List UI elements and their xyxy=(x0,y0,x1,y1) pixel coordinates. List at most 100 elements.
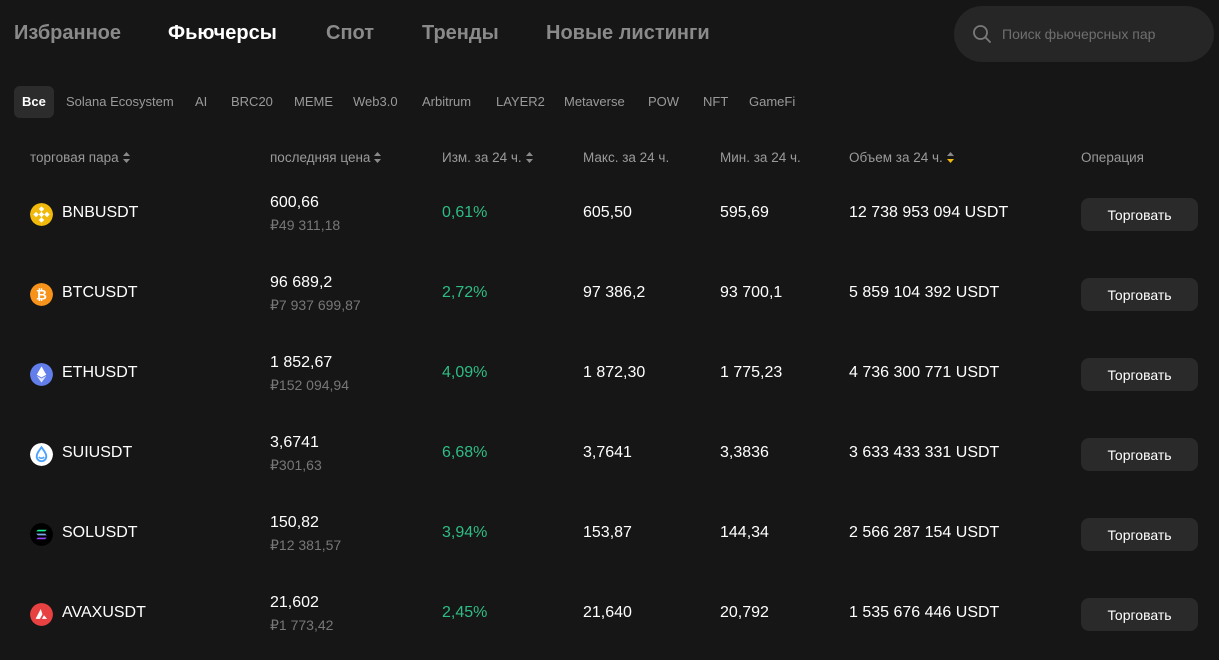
svg-text:₿: ₿ xyxy=(36,288,47,303)
change-24h: 4,09% xyxy=(442,364,488,381)
header-change-24h[interactable]: Изм. за 24 ч. xyxy=(442,150,533,165)
header-volume-label: Объем за 24 ч. xyxy=(849,150,943,165)
high-24h: 97 386,2 xyxy=(583,284,646,301)
category-gamefi[interactable]: GameFi xyxy=(749,86,795,118)
trade-button[interactable]: Торговать xyxy=(1081,358,1198,391)
low-24h: 144,34 xyxy=(720,524,769,541)
btc-icon: ₿ xyxy=(30,283,53,306)
pair-symbol[interactable]: ETHUSDT xyxy=(62,364,138,382)
category-web3[interactable]: Web3.0 xyxy=(353,86,398,118)
search-box[interactable] xyxy=(954,6,1214,62)
volume-24h: 2 566 287 154 USDT xyxy=(849,524,1000,541)
sort-active-icon xyxy=(946,152,954,163)
high-24h: 605,50 xyxy=(583,204,632,221)
last-price: 3,6741 xyxy=(270,434,319,451)
tab-spot[interactable]: Спот xyxy=(326,22,374,45)
category-pow[interactable]: POW xyxy=(648,86,679,118)
bnb-icon xyxy=(30,203,53,226)
header-high-24h: Макс. за 24 ч. xyxy=(583,150,669,165)
table-row[interactable]: SOLUSDT 150,82 ₽12 381,57 3,94% 153,87 1… xyxy=(0,494,1219,574)
volume-24h: 1 535 676 446 USDT xyxy=(849,604,1000,621)
change-24h: 2,45% xyxy=(442,604,488,621)
fiat-price: ₽49 311,18 xyxy=(270,217,341,233)
pair-symbol[interactable]: SUIUSDT xyxy=(62,444,132,462)
change-24h: 6,68% xyxy=(442,444,488,461)
last-price: 600,66 xyxy=(270,194,319,211)
volume-24h: 4 736 300 771 USDT xyxy=(849,364,1000,381)
header-volume-24h[interactable]: Объем за 24 ч. xyxy=(849,150,954,165)
category-ai[interactable]: AI xyxy=(195,86,207,118)
volume-24h: 12 738 953 094 USDT xyxy=(849,204,1009,221)
last-price: 21,602 xyxy=(270,594,319,611)
fiat-price: ₽1 773,42 xyxy=(270,617,334,633)
trade-button[interactable]: Торговать xyxy=(1081,278,1198,311)
header-operation: Операция xyxy=(1081,150,1144,165)
category-meme[interactable]: MEME xyxy=(294,86,333,118)
change-24h: 0,61% xyxy=(442,204,488,221)
header-operation-label: Операция xyxy=(1081,150,1144,165)
avax-icon xyxy=(30,603,53,626)
volume-24h: 3 633 433 331 USDT xyxy=(849,444,1000,461)
change-24h: 3,94% xyxy=(442,524,488,541)
low-24h: 93 700,1 xyxy=(720,284,783,301)
table-row[interactable]: AVAXUSDT 21,602 ₽1 773,42 2,45% 21,640 2… xyxy=(0,574,1219,654)
last-price: 1 852,67 xyxy=(270,354,333,371)
last-price: 150,82 xyxy=(270,514,319,531)
category-all[interactable]: Все xyxy=(14,86,54,118)
fiat-price: ₽152 094,94 xyxy=(270,377,349,393)
category-brc20[interactable]: BRC20 xyxy=(231,86,273,118)
high-24h: 21,640 xyxy=(583,604,632,621)
header-last-price[interactable]: последняя цена xyxy=(270,150,382,165)
tab-trends[interactable]: Тренды xyxy=(422,22,499,45)
low-24h: 595,69 xyxy=(720,204,769,221)
sort-icon xyxy=(122,152,130,163)
header-change-label: Изм. за 24 ч. xyxy=(442,150,522,165)
header-trading-pair[interactable]: торговая пара xyxy=(30,150,130,165)
trade-button[interactable]: Торговать xyxy=(1081,438,1198,471)
category-metaverse[interactable]: Metaverse xyxy=(564,86,625,118)
tab-favorites[interactable]: Избранное xyxy=(14,22,121,45)
sui-icon xyxy=(30,443,53,466)
category-layer2[interactable]: LAYER2 xyxy=(496,86,545,118)
high-24h: 153,87 xyxy=(583,524,632,541)
volume-24h: 5 859 104 392 USDT xyxy=(849,284,1000,301)
fiat-price: ₽301,63 xyxy=(270,457,322,473)
category-nft[interactable]: NFT xyxy=(703,86,728,118)
header-last-price-label: последняя цена xyxy=(270,150,371,165)
category-solana-ecosystem[interactable]: Solana Ecosystem xyxy=(66,86,174,118)
trade-button[interactable]: Торговать xyxy=(1081,518,1198,551)
low-24h: 20,792 xyxy=(720,604,769,621)
trade-button[interactable]: Торговать xyxy=(1081,598,1198,631)
search-icon xyxy=(973,25,991,43)
table-row[interactable]: SUIUSDT 3,6741 ₽301,63 6,68% 3,7641 3,38… xyxy=(0,414,1219,494)
sol-icon xyxy=(30,523,53,546)
pair-symbol[interactable]: BTCUSDT xyxy=(62,284,138,302)
sort-icon xyxy=(525,152,533,163)
fiat-price: ₽12 381,57 xyxy=(270,537,342,553)
change-24h: 2,72% xyxy=(442,284,488,301)
high-24h: 3,7641 xyxy=(583,444,632,461)
low-24h: 3,3836 xyxy=(720,444,769,461)
pair-symbol[interactable]: AVAXUSDT xyxy=(62,604,146,622)
pair-symbol[interactable]: BNBUSDT xyxy=(62,204,138,222)
table-row[interactable]: ETHUSDT 1 852,67 ₽152 094,94 4,09% 1 872… xyxy=(0,334,1219,414)
pair-symbol[interactable]: SOLUSDT xyxy=(62,524,138,542)
last-price: 96 689,2 xyxy=(270,274,333,291)
top-navigation: Избранное Фьючерсы Спот Тренды Новые лис… xyxy=(0,0,1219,70)
tab-new-listings[interactable]: Новые листинги xyxy=(546,22,710,45)
category-arbitrum[interactable]: Arbitrum xyxy=(422,86,471,118)
tab-futures[interactable]: Фьючерсы xyxy=(168,22,277,45)
search-input[interactable] xyxy=(1000,25,1194,43)
eth-icon xyxy=(30,363,53,386)
low-24h: 1 775,23 xyxy=(720,364,783,381)
high-24h: 1 872,30 xyxy=(583,364,646,381)
header-high-label: Макс. за 24 ч. xyxy=(583,150,670,165)
trade-button[interactable]: Торговать xyxy=(1081,198,1198,231)
table-row[interactable]: ₿ BTCUSDT 96 689,2 ₽7 937 699,87 2,72% 9… xyxy=(0,254,1219,334)
header-low-label: Мин. за 24 ч. xyxy=(720,150,801,165)
table-row[interactable]: BNBUSDT 600,66 ₽49 311,18 0,61% 605,50 5… xyxy=(0,174,1219,254)
sort-icon xyxy=(374,152,382,163)
header-trading-pair-label: торговая пара xyxy=(30,150,119,165)
header-low-24h: Мин. за 24 ч. xyxy=(720,150,801,165)
fiat-price: ₽7 937 699,87 xyxy=(270,297,361,313)
